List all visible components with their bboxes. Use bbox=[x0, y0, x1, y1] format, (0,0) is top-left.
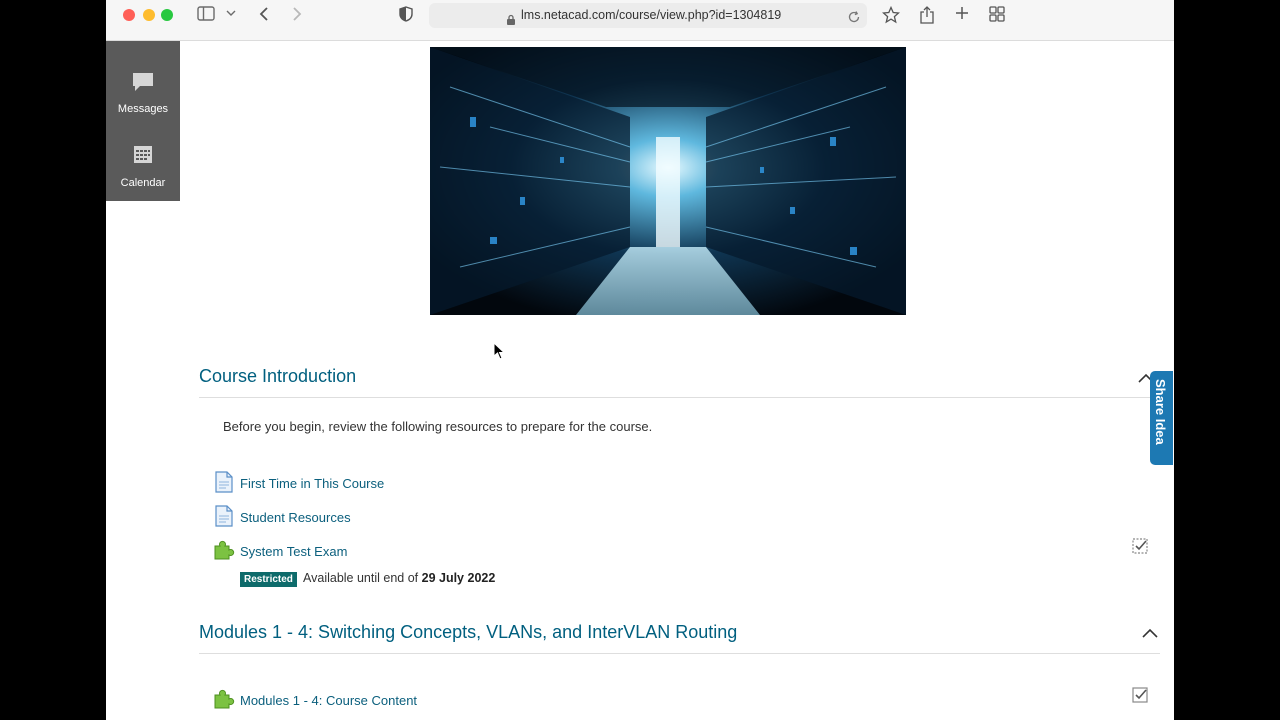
activity-first-time[interactable]: First Time in This Course bbox=[212, 471, 412, 495]
chevron-down-icon[interactable] bbox=[224, 6, 238, 24]
section-description: Before you begin, review the following r… bbox=[223, 419, 653, 434]
dock-messages-label: Messages bbox=[117, 103, 169, 115]
minimize-window-button[interactable] bbox=[143, 9, 155, 21]
restricted-badge: Restricted bbox=[240, 572, 297, 587]
share-idea-tab[interactable]: Share Idea bbox=[1150, 371, 1173, 465]
mouse-cursor-icon bbox=[493, 341, 506, 365]
dock-messages[interactable]: Messages bbox=[106, 71, 180, 115]
bookmark-star-icon[interactable] bbox=[881, 5, 901, 24]
puzzle-icon bbox=[212, 537, 236, 566]
shield-icon[interactable] bbox=[398, 6, 414, 24]
browser-toolbar: lms.netacad.com/course/view.php?id=13048… bbox=[106, 0, 1174, 41]
sidebar-toggle-icon[interactable] bbox=[196, 6, 216, 24]
left-dock: Messages Calendar bbox=[106, 41, 180, 201]
tab-overview-icon[interactable] bbox=[988, 6, 1006, 24]
section-title-course-introduction[interactable]: Course Introduction bbox=[199, 366, 356, 387]
share-idea-label: Share Idea bbox=[1153, 379, 1168, 445]
page-content: Messages Calendar Course Introduction Be… bbox=[106, 41, 1174, 720]
browser-window: lms.netacad.com/course/view.php?id=13048… bbox=[106, 0, 1174, 720]
zoom-window-button[interactable] bbox=[161, 9, 173, 21]
lock-icon bbox=[506, 10, 516, 35]
activity-student-resources[interactable]: Student Resources bbox=[212, 505, 412, 529]
calendar-icon bbox=[106, 143, 180, 167]
activity-label[interactable]: Student Resources bbox=[240, 510, 351, 525]
dock-calendar-label: Calendar bbox=[120, 177, 166, 189]
course-hero-image bbox=[430, 47, 906, 315]
activity-label[interactable]: First Time in This Course bbox=[240, 476, 384, 491]
activity-modules-course-content[interactable]: Modules 1 - 4: Course Content bbox=[212, 688, 472, 712]
section-title-modules-1-4[interactable]: Modules 1 - 4: Switching Concepts, VLANs… bbox=[199, 622, 737, 643]
page-icon bbox=[214, 505, 234, 532]
share-icon[interactable] bbox=[918, 6, 936, 24]
message-bubble-icon bbox=[106, 71, 180, 95]
url-text: lms.netacad.com/course/view.php?id=13048… bbox=[521, 8, 782, 22]
activity-label[interactable]: Modules 1 - 4: Course Content bbox=[240, 693, 417, 708]
back-icon[interactable] bbox=[256, 6, 272, 24]
page-icon bbox=[214, 471, 234, 498]
section-divider bbox=[199, 397, 1160, 398]
forward-icon[interactable] bbox=[289, 6, 305, 24]
reload-icon[interactable] bbox=[847, 8, 861, 33]
completion-checkbox-icon[interactable] bbox=[1132, 687, 1148, 703]
availability-prefix: Available until end of bbox=[303, 571, 419, 585]
availability-date: 29 July 2022 bbox=[421, 571, 496, 585]
puzzle-icon bbox=[212, 686, 236, 715]
availability-text: Available until end of 29 July 2022 bbox=[303, 571, 495, 585]
address-bar[interactable]: lms.netacad.com/course/view.php?id=13048… bbox=[429, 3, 867, 28]
dock-calendar[interactable]: Calendar bbox=[106, 143, 180, 189]
collapse-chevron-icon[interactable] bbox=[1140, 626, 1160, 642]
new-tab-icon[interactable] bbox=[953, 6, 971, 24]
close-window-button[interactable] bbox=[123, 9, 135, 21]
completion-checkbox-icon[interactable] bbox=[1132, 538, 1148, 554]
activity-system-test-exam[interactable]: System Test Exam bbox=[212, 539, 412, 563]
activity-label[interactable]: System Test Exam bbox=[240, 544, 347, 559]
section-divider bbox=[199, 653, 1160, 654]
